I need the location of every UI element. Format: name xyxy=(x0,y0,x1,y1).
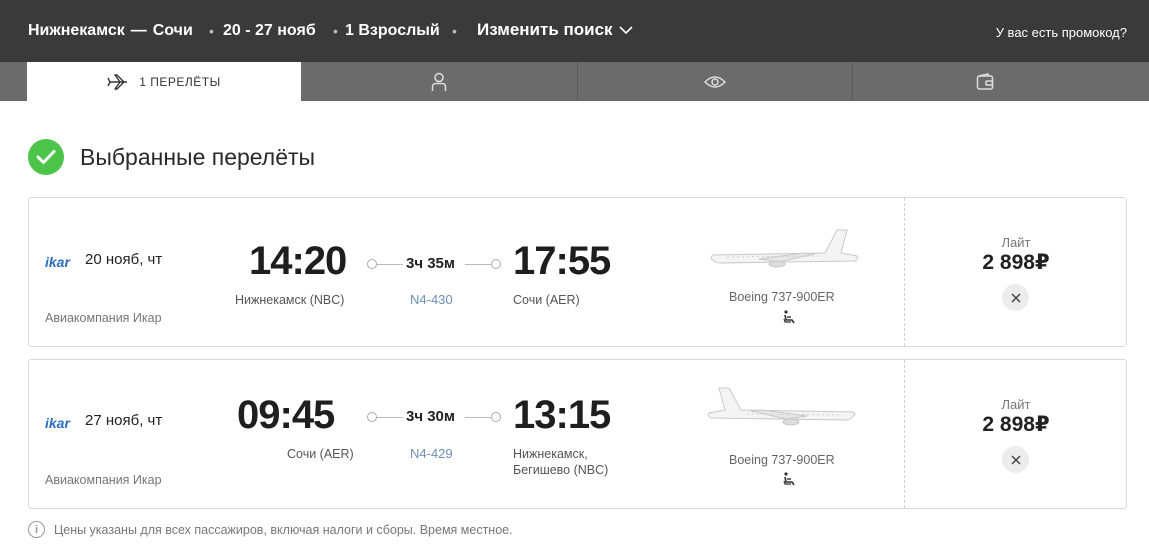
tab-flights[interactable]: 1 ПЕРЕЛЁТЫ xyxy=(27,62,301,101)
airline-name: Авиакомпания Икар xyxy=(45,473,162,487)
arrival-city-line2: Бегишево (NBC) xyxy=(513,463,609,477)
eye-icon xyxy=(704,75,726,88)
arrival-time: 17:55 xyxy=(513,239,611,283)
aircraft-model: Boeing 737-900ER xyxy=(729,290,835,304)
chevron-down-icon xyxy=(618,25,633,34)
departure-time: 09:45 xyxy=(237,393,335,437)
check-icon xyxy=(28,139,64,175)
tab-flights-label: 1 ПЕРЕЛЁТЫ xyxy=(139,74,221,89)
arrival-city-line1: Нижнекамск, xyxy=(513,447,588,461)
price-note-text: Цены указаны для всех пассажиров, включа… xyxy=(54,522,513,537)
tab-payment[interactable] xyxy=(853,62,1117,101)
origin-city: Нижнекамск xyxy=(28,22,125,39)
seat-icon xyxy=(783,472,795,486)
page-title: Выбранные перелёты xyxy=(80,143,316,170)
flight-duration: 3ч 30м xyxy=(406,408,455,425)
flight-card-return: ikar 27 нояб, чт Авиакомпания Икар 09:45… xyxy=(28,359,1127,509)
close-icon xyxy=(1010,292,1021,303)
departure-city: Нижнекамск (NBC) xyxy=(235,293,345,307)
booking-steps: 1 ПЕРЕЛЁТЫ xyxy=(0,62,1149,101)
passenger-count: 1 Взрослый xyxy=(345,22,440,39)
aircraft-model: Boeing 737-900ER xyxy=(729,453,835,467)
remove-flight-button[interactable] xyxy=(1002,284,1029,311)
change-search-label: Изменить поиск xyxy=(477,20,613,39)
separator-dot: • xyxy=(209,23,214,39)
separator-dot: • xyxy=(452,23,457,39)
airline-name: Авиакомпания Икар xyxy=(45,311,162,325)
airplane-image xyxy=(710,229,859,268)
tab-passengers[interactable] xyxy=(301,62,577,101)
tab-review[interactable] xyxy=(578,62,852,101)
flight-number-link[interactable]: N4-430 xyxy=(410,292,453,307)
info-icon: i xyxy=(28,521,45,538)
airplane-image xyxy=(707,387,856,426)
arrival-time: 13:15 xyxy=(513,393,611,437)
card-divider xyxy=(904,198,905,346)
passenger-icon xyxy=(431,72,447,91)
selected-flights-heading: Выбранные перелёты xyxy=(28,139,315,175)
separator-dot: • xyxy=(333,23,338,39)
departure-time: 14:20 xyxy=(249,239,347,283)
seat-icon xyxy=(783,310,795,324)
remove-flight-button[interactable] xyxy=(1002,446,1029,473)
flight-date: 27 нояб, чт xyxy=(85,412,163,429)
fare-name: Лайт xyxy=(1001,397,1031,412)
route: Нижнекамск — Сочи xyxy=(28,22,193,40)
airline-logo: ikar xyxy=(45,254,70,270)
fare-name: Лайт xyxy=(1001,235,1031,250)
fare-price: 2 898₽ xyxy=(982,251,1050,274)
change-search-button[interactable]: Изменить поиск xyxy=(477,20,633,40)
price-note: i Цены указаны для всех пассажиров, вклю… xyxy=(28,521,513,538)
plane-icon xyxy=(107,73,128,90)
search-summary-bar: Нижнекамск — Сочи • 20 - 27 нояб • 1 Взрос… xyxy=(0,0,1149,62)
travel-dates: 20 - 27 нояб xyxy=(223,22,316,39)
flight-duration: 3ч 35м xyxy=(406,255,455,272)
flight-card-outbound: ikar 20 нояб, чт Авиакомпания Икар 14:20… xyxy=(28,197,1127,347)
promo-code-link[interactable]: У вас есть промокод? xyxy=(996,25,1127,40)
destination-city: Сочи xyxy=(152,22,193,39)
airline-logo: ikar xyxy=(45,415,70,431)
departure-city: Сочи (AER) xyxy=(287,447,354,461)
card-divider xyxy=(904,360,905,508)
fare-price: 2 898₽ xyxy=(982,413,1050,436)
flight-date: 20 нояб, чт xyxy=(85,251,163,268)
route-separator: — xyxy=(130,22,147,39)
flight-number-link[interactable]: N4-429 xyxy=(410,446,453,461)
arrival-city: Сочи (AER) xyxy=(513,293,580,307)
arrival-city: Нижнекамск, Бегишево (NBC) xyxy=(513,446,608,478)
close-icon xyxy=(1010,454,1021,465)
wallet-icon xyxy=(976,72,994,90)
